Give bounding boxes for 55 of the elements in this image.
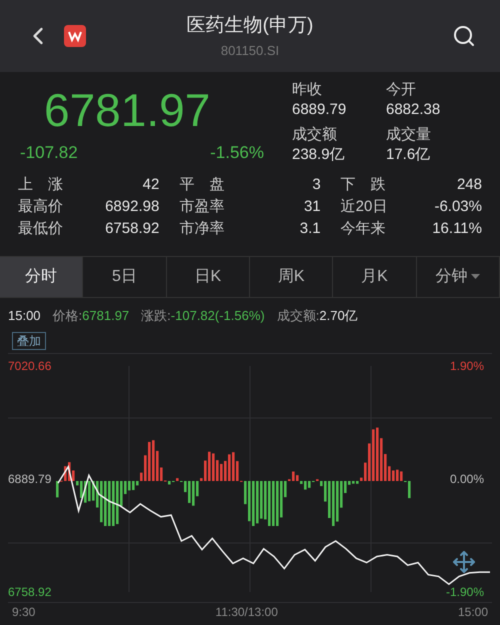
chart-tab[interactable]: 分时 bbox=[0, 256, 84, 296]
stat-value: 6889.79 bbox=[292, 100, 348, 120]
current-price: 6781.97 bbox=[43, 83, 212, 138]
axis-label: 6758.92 bbox=[8, 584, 52, 600]
stat-value: 6882.38 bbox=[386, 100, 442, 120]
change-percent: -1.56% bbox=[210, 142, 264, 164]
security-code: 801150.SI bbox=[220, 42, 280, 60]
axis-label: 6889.79 bbox=[8, 471, 52, 487]
stat-label: 成交量 bbox=[386, 124, 432, 145]
time-axis-label: 15:00 bbox=[458, 604, 488, 621]
chart-tab[interactable]: 月K bbox=[333, 256, 417, 296]
summary-label: 最高价 bbox=[18, 196, 63, 216]
summary-value: 248 bbox=[456, 174, 482, 194]
chart-tab[interactable]: 分钟 bbox=[416, 256, 500, 296]
summary-label: 最低价 bbox=[18, 218, 63, 238]
caret-icon bbox=[471, 274, 480, 279]
summary-label: 今年来 bbox=[340, 218, 386, 238]
price-change: -107.82 bbox=[20, 142, 78, 164]
axis-label: 7020.66 bbox=[8, 358, 52, 374]
summary-value: 31 bbox=[304, 196, 321, 216]
summary-value: 6758.92 bbox=[105, 218, 160, 238]
summary-label: 下 跌 bbox=[340, 174, 386, 194]
axis-label: 1.90% bbox=[450, 358, 484, 374]
summary-value: 6892.98 bbox=[105, 196, 160, 216]
stat-value: 238.9亿 bbox=[292, 144, 346, 165]
summary-label: 市盈率 bbox=[179, 196, 224, 216]
info-item: 涨跌:-107.82(-1.56%) bbox=[141, 306, 265, 325]
summary-value: 42 bbox=[142, 174, 160, 194]
stat-label: 今开 bbox=[386, 80, 417, 100]
summary-label: 市净率 bbox=[179, 218, 224, 238]
window-title: 医药生物(申万) bbox=[186, 14, 314, 38]
stat-value: 17.6亿 bbox=[386, 144, 432, 165]
chart-tab[interactable]: 日K bbox=[166, 256, 250, 296]
search-icon[interactable] bbox=[452, 24, 476, 48]
summary-value: 16.11% bbox=[432, 218, 482, 238]
time-axis-label: 11:30/13:00 bbox=[215, 604, 278, 621]
chart-tab[interactable]: 5日 bbox=[83, 256, 167, 296]
axis-label: -1.90% bbox=[446, 584, 484, 600]
stat-label: 成交额 bbox=[292, 124, 338, 145]
overlay-button[interactable]: 叠加 bbox=[12, 332, 46, 350]
summary-value: 3.1 bbox=[300, 218, 321, 238]
chart-tab[interactable]: 周K bbox=[250, 256, 334, 296]
time-axis-label: 9:30 bbox=[12, 604, 36, 621]
time-label: 15:00 bbox=[8, 306, 41, 324]
stat-label: 昨收 bbox=[292, 80, 323, 100]
summary-value: -6.03% bbox=[434, 196, 482, 216]
summary-label: 近20日 bbox=[340, 196, 388, 216]
summary-label: 上 涨 bbox=[18, 174, 63, 194]
info-item: 成交额:2.70亿 bbox=[276, 306, 358, 324]
info-item: 价格:6781.97 bbox=[52, 306, 130, 324]
app-logo-icon bbox=[64, 25, 86, 47]
summary-value: 3 bbox=[312, 174, 321, 194]
axis-label: 0.00% bbox=[450, 471, 484, 487]
summary-label: 平 盘 bbox=[179, 174, 224, 194]
move-icon[interactable] bbox=[452, 550, 476, 574]
